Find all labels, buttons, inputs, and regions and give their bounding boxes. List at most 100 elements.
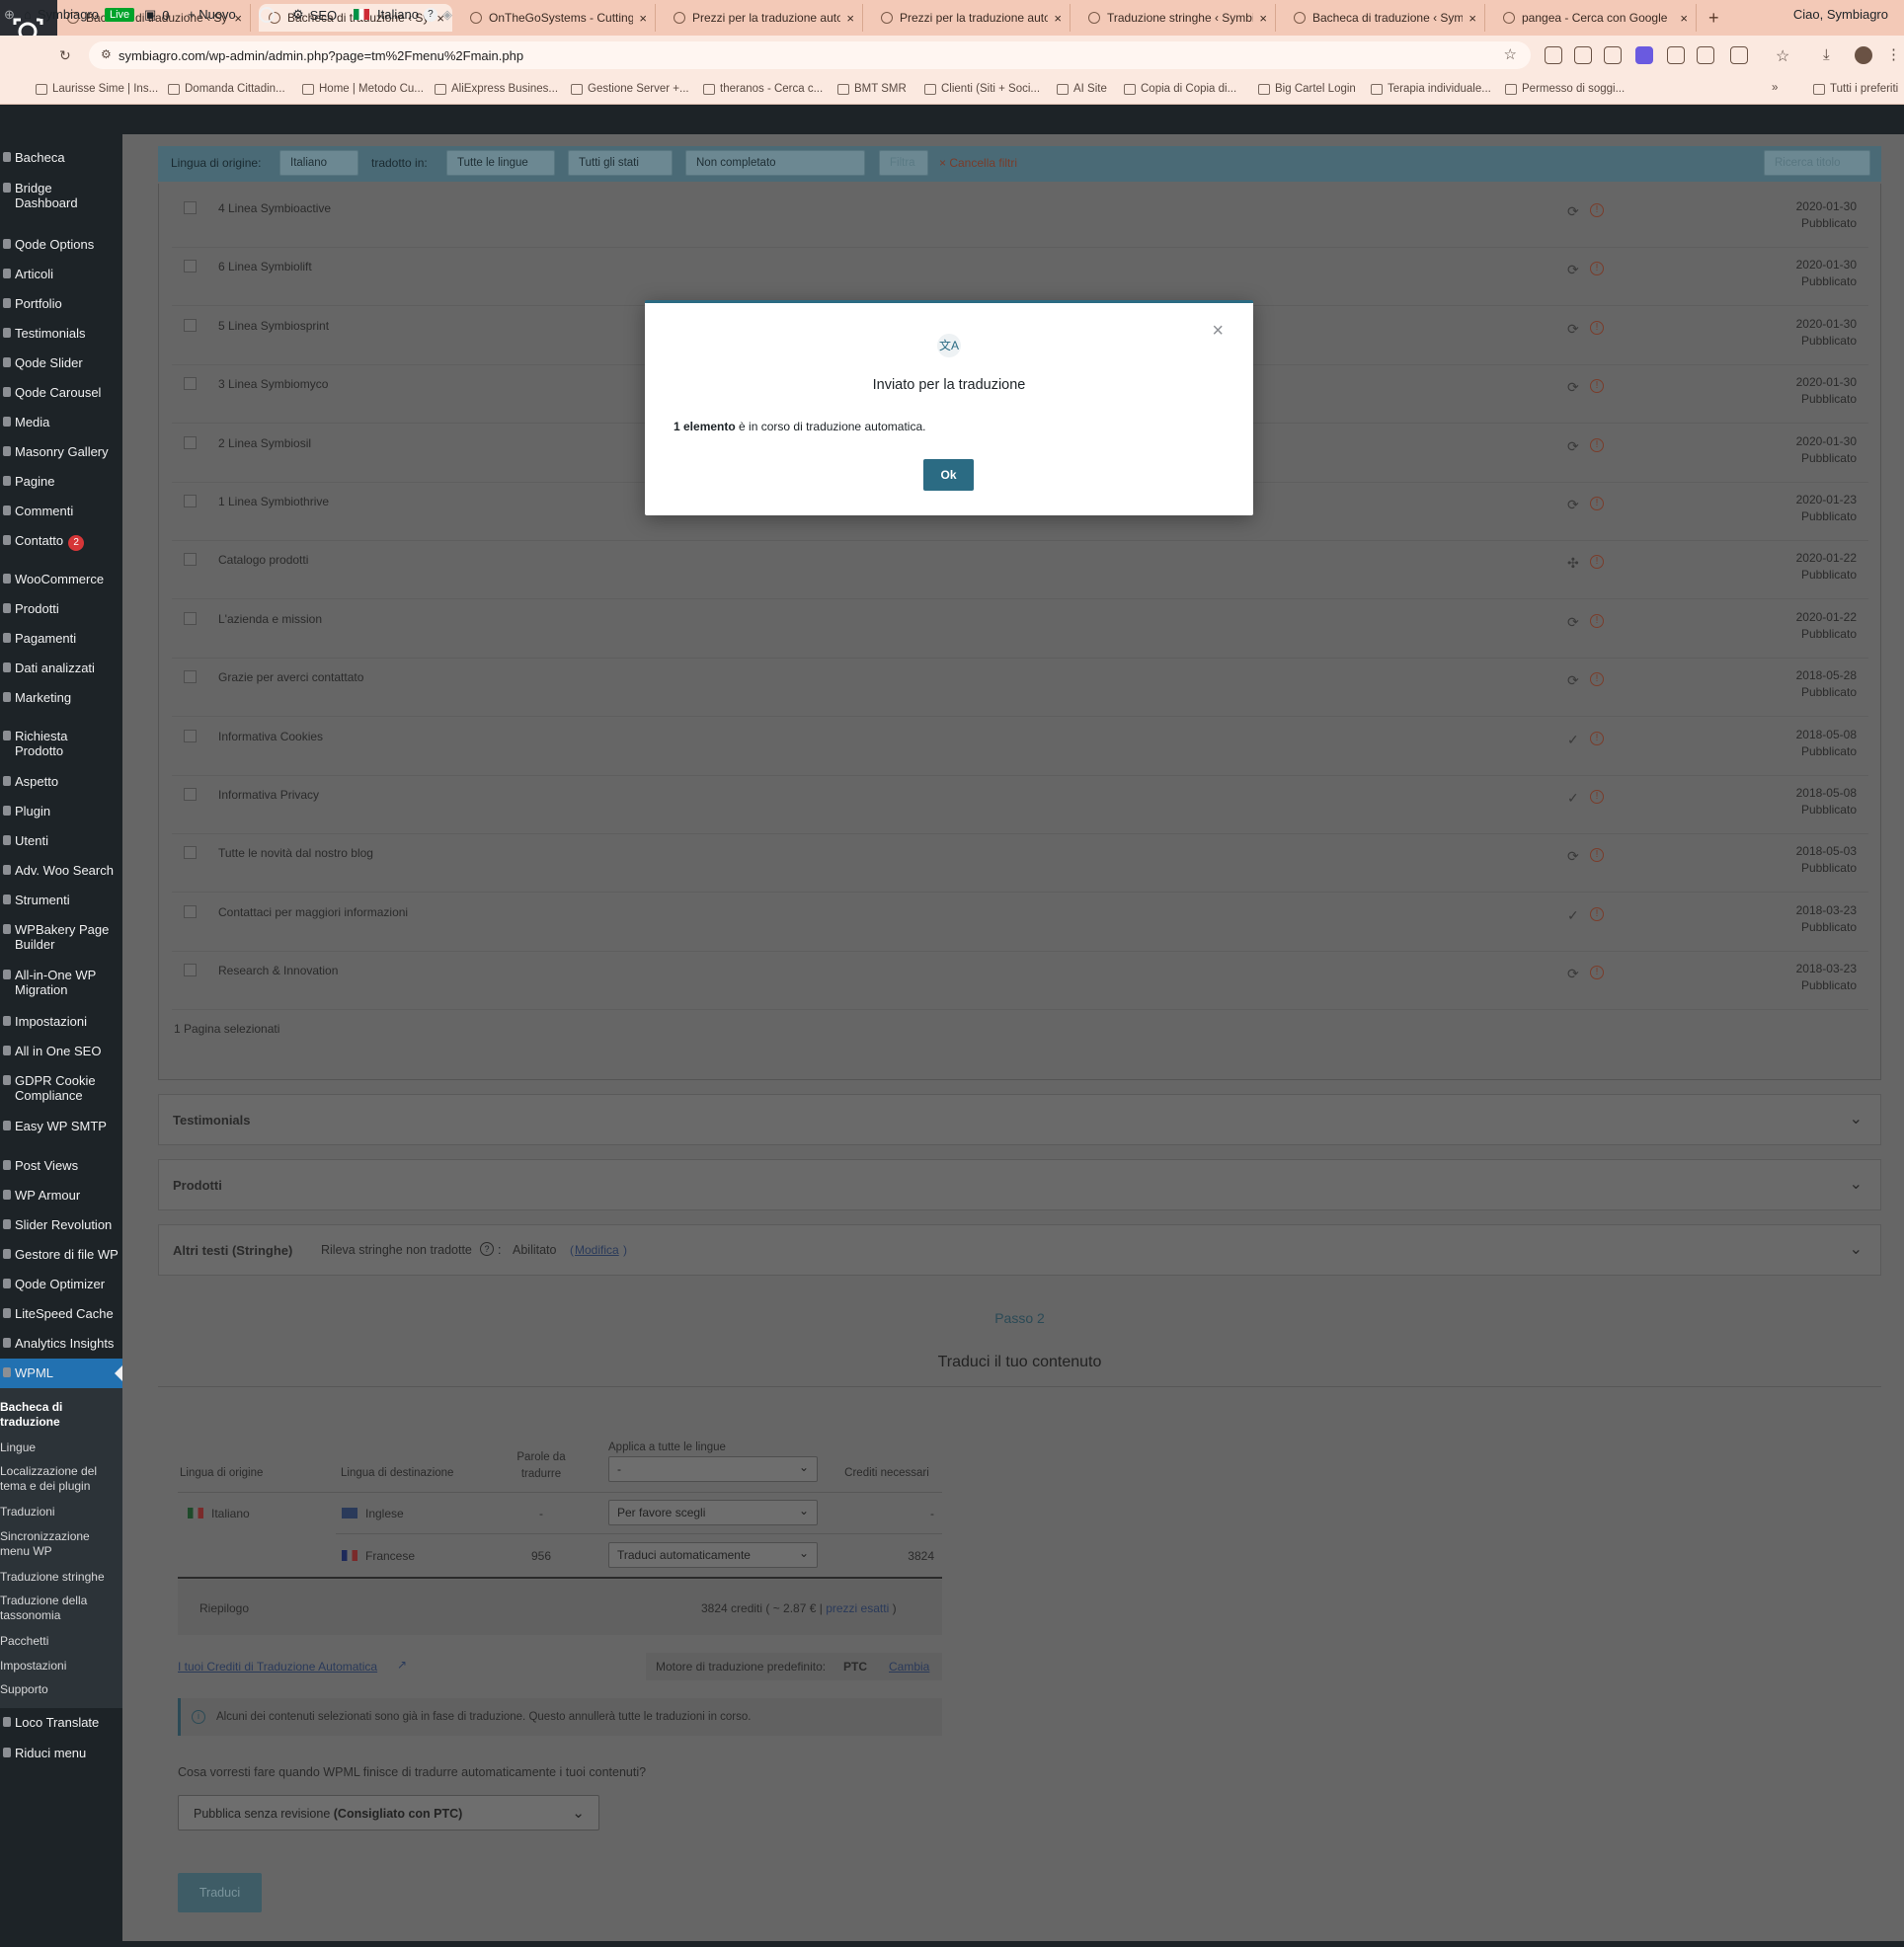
sidebar-item[interactable]: Slider Revolution bbox=[3, 1217, 112, 1232]
modify-link[interactable]: Modifica bbox=[575, 1243, 619, 1257]
publish-option-select[interactable]: Pubblica senza revisione (Consigliato co… bbox=[178, 1795, 599, 1830]
wpml-submenu-item[interactable]: Supporto bbox=[0, 1682, 48, 1697]
row-title[interactable]: 2 Linea Symbiosil bbox=[218, 436, 311, 450]
row-title[interactable]: Informativa Privacy bbox=[218, 788, 319, 802]
bookmark-item[interactable]: Copia di Copia di... bbox=[1124, 83, 1236, 95]
reload-icon[interactable]: ↻ bbox=[59, 47, 71, 64]
sidebar-item[interactable]: Prodotti bbox=[3, 601, 59, 616]
close-tab-icon[interactable]: × bbox=[1680, 11, 1688, 26]
row-checkbox[interactable] bbox=[184, 729, 197, 742]
browser-tab[interactable]: pangea - Cerca con Google × bbox=[1493, 4, 1697, 32]
row-checkbox[interactable] bbox=[184, 964, 197, 977]
sidebar-item[interactable]: WooCommerce bbox=[3, 572, 104, 586]
bookmark-item[interactable]: Domanda Cittadin... bbox=[168, 83, 285, 95]
warning-icon[interactable]: ! bbox=[1590, 203, 1604, 217]
extension-icon[interactable] bbox=[1574, 46, 1592, 64]
sidebar-item[interactable]: Post Views bbox=[3, 1158, 78, 1173]
search-title-input[interactable]: Ricerca titolo bbox=[1764, 150, 1870, 176]
sidebar-item[interactable]: Portfolio bbox=[3, 296, 62, 311]
bookmark-item[interactable]: Terapia individuale... bbox=[1371, 83, 1491, 95]
exact-prices-link[interactable]: prezzi esatti bbox=[826, 1601, 889, 1615]
warning-icon[interactable]: ! bbox=[1590, 672, 1604, 687]
browser-tab[interactable]: Prezzi per la traduzione auto × bbox=[664, 4, 863, 32]
sidebar-item[interactable]: Aspetto bbox=[3, 774, 58, 789]
wpml-submenu-item[interactable]: Traduzione della tassonomia bbox=[0, 1594, 87, 1623]
sidebar-item[interactable]: Riduci menu bbox=[3, 1746, 86, 1760]
wordpress-logo-icon[interactable]: ⊕ bbox=[4, 7, 15, 23]
sidebar-item[interactable]: Strumenti bbox=[3, 893, 70, 907]
row-title[interactable]: Grazie per averci contattato bbox=[218, 670, 363, 684]
filter-button[interactable]: Filtra bbox=[879, 150, 928, 176]
sidebar-item[interactable]: Contatto 2 bbox=[3, 533, 85, 551]
close-icon[interactable]: × bbox=[1212, 320, 1224, 343]
sidebar-item[interactable]: Adv. Woo Search bbox=[3, 863, 114, 878]
warning-icon[interactable]: ! bbox=[1590, 320, 1604, 335]
sidebar-item[interactable]: Utenti bbox=[3, 833, 48, 848]
bookmark-item[interactable]: Laurisse Sime | Ins... bbox=[36, 83, 158, 95]
adminbar-comments[interactable]: ▣ 0 bbox=[144, 7, 170, 23]
sidebar-item[interactable]: Bridge Dashboard bbox=[3, 181, 78, 210]
bookmark-item[interactable]: AliExpress Busines... bbox=[435, 83, 558, 95]
sidebar-item[interactable]: LiteSpeed Cache bbox=[3, 1306, 114, 1321]
warning-icon[interactable]: ! bbox=[1590, 790, 1604, 804]
row-title[interactable]: 3 Linea Symbiomyco bbox=[218, 377, 328, 391]
sidebar-item[interactable]: Loco Translate bbox=[3, 1715, 99, 1730]
sidebar-item[interactable]: GDPR Cookie Compliance bbox=[3, 1073, 96, 1103]
bookmarks-more[interactable]: » bbox=[1772, 82, 1778, 94]
wpml-submenu-item[interactable]: Localizzazione del tema e dei plugin bbox=[0, 1464, 97, 1494]
row-title[interactable]: Informativa Cookies bbox=[218, 730, 323, 743]
extension-icon[interactable] bbox=[1667, 46, 1685, 64]
bookmark-item[interactable]: Gestione Server +... bbox=[571, 83, 689, 95]
bookmark-star-icon[interactable]: ☆ bbox=[1504, 45, 1517, 63]
sidebar-item[interactable]: Easy WP SMTP bbox=[3, 1119, 107, 1133]
browser-tab[interactable]: OnTheGoSystems - Cutting- × bbox=[460, 4, 656, 32]
download-icon[interactable]: ⤓ bbox=[1823, 46, 1841, 64]
row-checkbox[interactable] bbox=[184, 611, 197, 625]
method-select-french[interactable]: Traduci automaticamente ⌄ bbox=[608, 1542, 818, 1568]
sidebar-item[interactable]: Analytics Insights bbox=[3, 1336, 114, 1351]
sidebar-item[interactable]: All-in-One WP Migration bbox=[3, 968, 96, 997]
close-tab-icon[interactable]: × bbox=[639, 11, 647, 26]
row-title[interactable]: 6 Linea Symbiolift bbox=[218, 260, 312, 273]
warning-icon[interactable]: ! bbox=[1590, 379, 1604, 394]
change-engine-link[interactable]: Cambia bbox=[889, 1660, 929, 1674]
wpml-submenu-item[interactable]: Pacchetti bbox=[0, 1634, 48, 1649]
row-checkbox[interactable] bbox=[184, 904, 197, 918]
sidebar-item[interactable]: Qode Slider bbox=[3, 355, 83, 370]
strings-accordion[interactable]: Altri testi (Stringhe) Rileva stringhe n… bbox=[158, 1224, 1881, 1276]
sidebar-item[interactable]: Media bbox=[3, 415, 49, 429]
address-bar[interactable]: ⚙ symbiagro.com/wp-admin/admin.php?page=… bbox=[89, 41, 1531, 69]
sidebar-item[interactable]: Qode Optimizer bbox=[3, 1277, 105, 1291]
warning-icon[interactable]: ! bbox=[1590, 906, 1604, 921]
row-checkbox[interactable] bbox=[184, 846, 197, 860]
row-checkbox[interactable] bbox=[184, 201, 197, 214]
bookmark-item[interactable]: Big Cartel Login bbox=[1258, 83, 1356, 95]
bookmark-item[interactable]: theranos - Cerca c... bbox=[703, 83, 823, 95]
warning-icon[interactable]: ! bbox=[1590, 555, 1604, 570]
sidebar-item[interactable]: Richiesta Prodotto bbox=[3, 729, 67, 758]
extension-icon[interactable] bbox=[1545, 46, 1562, 64]
ok-button[interactable]: Ok bbox=[923, 459, 974, 491]
adminbar-new[interactable]: + Nuovo bbox=[188, 7, 236, 22]
automatic-credits-link[interactable]: I tuoi Crediti di Traduzione Automatica bbox=[178, 1660, 377, 1674]
wpml-submenu-item[interactable]: Bacheca di traduzione bbox=[0, 1400, 62, 1430]
adminbar-language[interactable]: Italiano? bbox=[354, 7, 437, 22]
row-checkbox[interactable] bbox=[184, 553, 197, 567]
sidebar-item[interactable]: WP Armour bbox=[3, 1188, 80, 1203]
profile-avatar[interactable] bbox=[1855, 46, 1872, 64]
wpml-submenu-item[interactable]: Sincronizzazione menu WP bbox=[0, 1529, 90, 1559]
warning-icon[interactable]: ! bbox=[1590, 437, 1604, 452]
sidebar-item[interactable]: Bacheca bbox=[3, 150, 65, 165]
warning-icon[interactable]: ! bbox=[1590, 262, 1604, 276]
sidebar-item[interactable]: Commenti bbox=[3, 504, 73, 518]
sidebar-item[interactable]: Articoli bbox=[3, 267, 53, 281]
row-title[interactable]: 5 Linea Symbiosprint bbox=[218, 319, 329, 333]
sidebar-item[interactable]: Dati analizzati bbox=[3, 661, 95, 675]
origin-language-select[interactable]: Italiano bbox=[279, 150, 358, 176]
adminbar-seo[interactable]: ⚙ SEO bbox=[292, 7, 337, 23]
sidebar-item[interactable]: Pagamenti bbox=[3, 631, 76, 646]
sidebar-item[interactable]: Pagine bbox=[3, 474, 54, 489]
row-title[interactable]: 1 Linea Symbiothrive bbox=[218, 495, 329, 508]
row-title[interactable]: L'azienda e mission bbox=[218, 612, 322, 626]
sidebar-item[interactable]: Qode Options bbox=[3, 237, 94, 252]
